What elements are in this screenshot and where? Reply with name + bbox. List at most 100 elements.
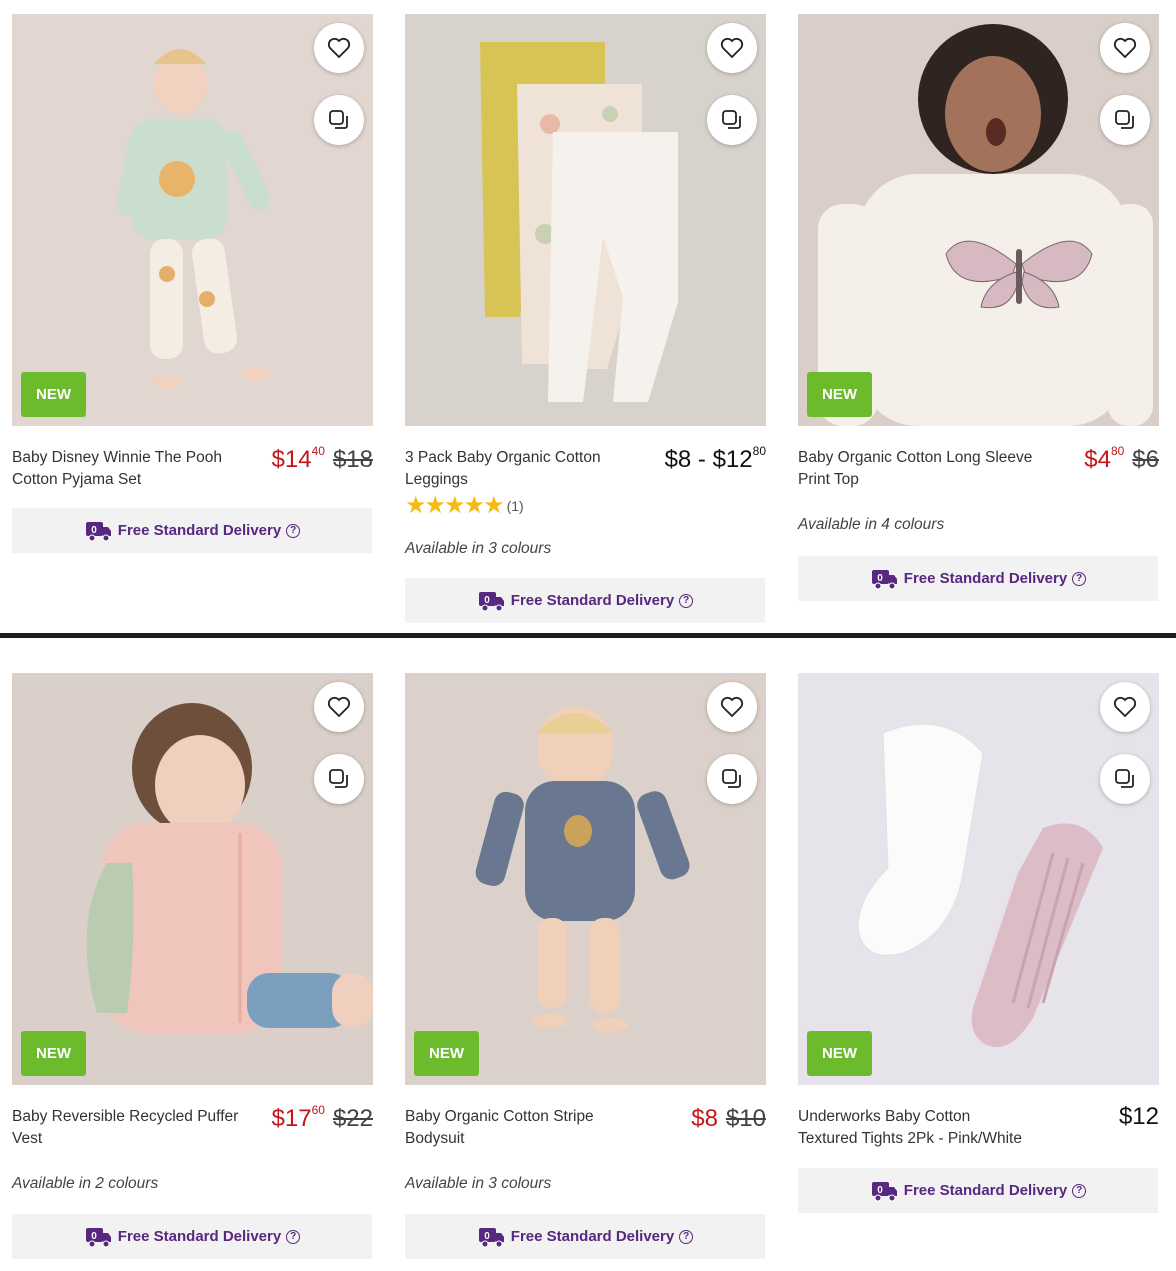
product-card[interactable]: NEW Baby Organic Cotton Stripe Bodysuit … [405,673,766,1259]
product-photo-pyjama [117,49,271,389]
favourite-button[interactable] [707,23,757,73]
heart-icon [327,37,351,59]
delivery-info-button[interactable]: 0 Free Standard Delivery ? [12,1214,372,1259]
delivery-info-button[interactable]: 0 Free Standard Delivery ? [405,1214,765,1259]
price-dollars: $12 [1118,1103,1159,1130]
new-badge: NEW [807,372,872,417]
help-circle-icon[interactable]: ? [679,593,694,608]
delivery-info-button[interactable]: 0 Free Standard Delivery ? [798,556,1158,601]
product-card[interactable]: NEW Baby Organic Cotton Long Sleeve Prin… [798,14,1159,601]
product-card[interactable]: NEW Baby Reversible Recycled Puffer Vest… [12,673,373,1259]
product-info: 3 Pack Baby Organic Cotton Leggings $8 -… [405,444,766,518]
price-dollars: $8 - $12 [664,446,753,473]
delivery-info-button[interactable]: 0 Free Standard Delivery ? [12,508,372,553]
available-colours: Available in 3 colours [405,1175,552,1192]
product-image[interactable]: NEW [12,673,373,1085]
compare-icon [1115,110,1134,129]
product-photo-butterfly-top [818,24,1153,426]
heart-icon [720,696,744,718]
svg-text:0: 0 [484,595,490,606]
delivery-truck-icon: 0 [85,1227,111,1247]
product-photo-puffer-vest [86,703,373,1033]
compare-icon [722,769,741,788]
price-cents: 80 [752,444,766,458]
product-name[interactable]: 3 Pack Baby Organic Cotton Leggings [405,447,640,491]
help-circle-icon[interactable]: ? [286,523,301,538]
product-card[interactable]: NEW Underworks Baby Cotton Textured Tigh… [798,673,1159,1213]
favourite-button[interactable] [707,682,757,732]
new-badge: NEW [414,1031,479,1076]
delivery-label: Free Standard Delivery [903,570,1068,587]
help-circle-icon[interactable]: ? [679,1229,694,1244]
available-colours: Available in 3 colours [405,540,552,557]
delivery-label: Free Standard Delivery [903,1182,1068,1199]
delivery-info-button[interactable]: 0 Free Standard Delivery ? [405,578,765,623]
product-price: $1440 $18 [272,444,373,474]
product-name[interactable]: Baby Disney Winnie The Pooh Cotton Pyjam… [12,447,247,491]
delivery-info-button[interactable]: 0 Free Standard Delivery ? [798,1168,1158,1213]
product-name[interactable]: Baby Organic Cotton Long Sleeve Print To… [798,447,1033,491]
delivery-truck-icon: 0 [85,521,111,541]
was-price: $10 [725,1105,766,1132]
product-name[interactable]: Baby Organic Cotton Stripe Bodysuit [405,1106,640,1150]
product-image[interactable]: NEW [405,673,766,1085]
was-price: $18 [332,446,373,473]
price-dollars: $17 [271,1105,312,1132]
product-price: $12 [1119,1103,1159,1131]
product-card[interactable]: NEW Baby Disney Winnie The Pooh Cotton P… [12,14,373,553]
favourite-button[interactable] [314,682,364,732]
new-badge: NEW [21,1031,86,1076]
row-divider [0,633,1176,638]
price-dollars: $8 [691,1105,718,1132]
svg-text:0: 0 [484,1231,490,1242]
compare-button[interactable] [314,754,364,804]
rating-stars: ★★★★★ [405,492,505,519]
delivery-label: Free Standard Delivery [510,1228,675,1245]
product-photo-bodysuit [475,706,690,1032]
available-colours: Available in 4 colours [798,516,945,533]
product-info: Baby Organic Cotton Stripe Bodysuit $8 $1… [405,1103,766,1163]
delivery-label: Free Standard Delivery [510,592,675,609]
favourite-button[interactable] [1100,23,1150,73]
heart-icon [1113,37,1137,59]
new-badge: NEW [807,1031,872,1076]
price-dollars: $14 [271,446,312,473]
rating-count: (1) [506,498,524,514]
available-colours: Available in 2 colours [12,1175,159,1192]
product-price: $8 $10 [691,1103,766,1133]
product-photo-tights [857,723,1103,1048]
compare-icon [722,110,741,129]
delivery-label: Free Standard Delivery [117,1228,282,1245]
compare-button[interactable] [314,95,364,145]
product-image[interactable]: NEW [798,14,1159,426]
product-name[interactable]: Baby Reversible Recycled Puffer Vest [12,1106,247,1150]
delivery-truck-icon: 0 [478,591,504,611]
heart-icon [720,37,744,59]
product-info: Baby Disney Winnie The Pooh Cotton Pyjam… [12,444,373,504]
price-cents: 80 [1110,444,1125,458]
product-info: Baby Organic Cotton Long Sleeve Print To… [798,444,1159,504]
product-price: $1760 $22 [272,1103,373,1133]
product-rating[interactable]: ★★★★★ (1) [405,494,524,518]
price-cents: 40 [311,444,325,458]
product-image[interactable] [405,14,766,426]
compare-button[interactable] [707,95,757,145]
help-circle-icon[interactable]: ? [1072,1183,1087,1198]
compare-button[interactable] [707,754,757,804]
compare-button[interactable] [1100,95,1150,145]
product-image[interactable]: NEW [12,14,373,426]
svg-text:0: 0 [877,1185,883,1196]
help-circle-icon[interactable]: ? [1072,571,1087,586]
was-price: $6 [1132,446,1159,473]
price-dollars: $4 [1084,446,1111,473]
product-card[interactable]: 3 Pack Baby Organic Cotton Leggings $8 -… [405,14,766,623]
heart-icon [1113,696,1137,718]
was-price: $22 [332,1105,373,1132]
favourite-button[interactable] [1100,682,1150,732]
favourite-button[interactable] [314,23,364,73]
compare-button[interactable] [1100,754,1150,804]
help-circle-icon[interactable]: ? [286,1229,301,1244]
product-name[interactable]: Underworks Baby Cotton Textured Tights 2… [798,1106,1033,1150]
svg-text:0: 0 [91,525,97,536]
product-image[interactable]: NEW [798,673,1159,1085]
